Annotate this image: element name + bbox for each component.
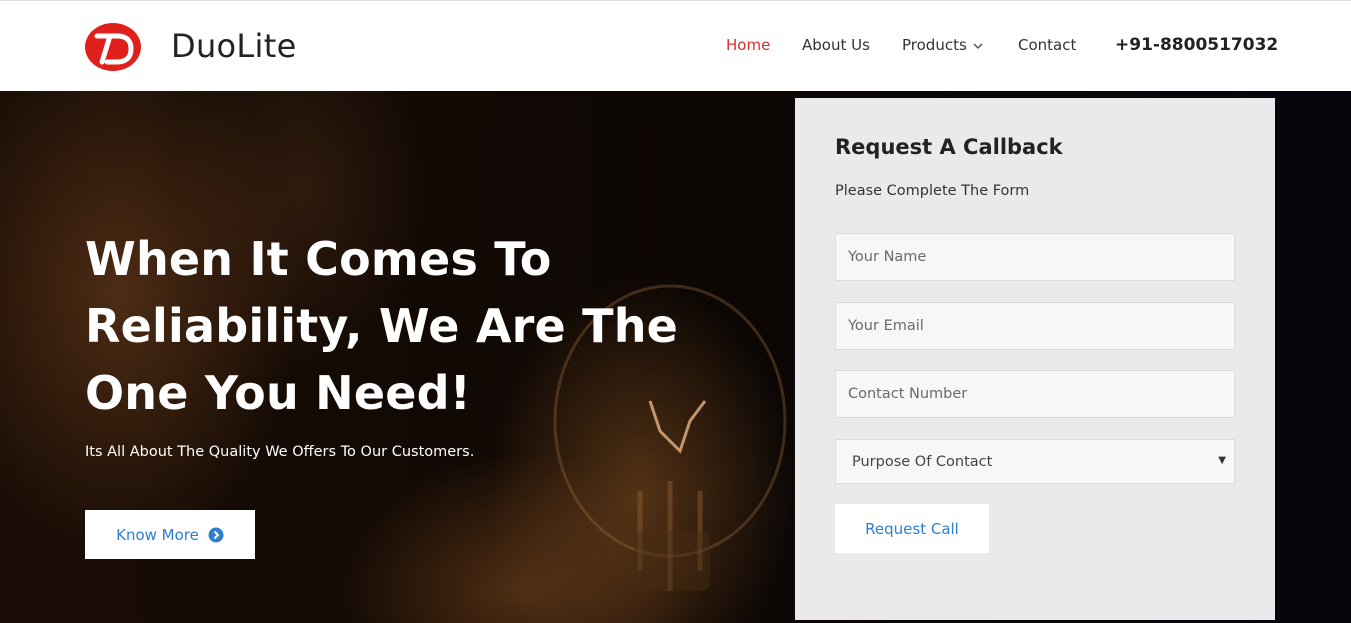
arrow-circle-right-icon <box>208 527 224 542</box>
email-input[interactable] <box>835 302 1235 350</box>
purpose-select[interactable]: Purpose Of Contact ▼ <box>835 439 1235 484</box>
nav-products[interactable]: Products <box>902 36 983 54</box>
nav-home[interactable]: Home <box>726 36 770 54</box>
chevron-down-icon <box>973 43 983 49</box>
caret-down-icon: ▼ <box>1218 455 1226 466</box>
hero-title: When It Comes To Reliability, We Are The… <box>85 232 679 420</box>
site-header: DuoLite Home About Us Products Contact +… <box>0 0 1351 91</box>
nav-products-label: Products <box>902 36 967 54</box>
contact-number-input[interactable] <box>835 370 1235 418</box>
name-input[interactable] <box>835 233 1235 281</box>
know-more-button[interactable]: Know More <box>85 510 255 559</box>
callback-form-panel: Request A Callback Please Complete The F… <box>795 98 1275 620</box>
form-title: Request A Callback <box>835 135 1063 159</box>
form-subtitle: Please Complete The Form <box>835 183 1030 199</box>
phone-number[interactable]: +91-8800517032 <box>1115 35 1278 55</box>
purpose-select-value: Purpose Of Contact <box>852 453 993 470</box>
know-more-label: Know More <box>116 525 199 544</box>
nav-contact[interactable]: Contact <box>1018 36 1076 54</box>
nav-about-us[interactable]: About Us <box>802 36 870 54</box>
request-call-button[interactable]: Request Call <box>835 504 989 553</box>
hero-subtitle: Its All About The Quality We Offers To O… <box>85 444 475 460</box>
